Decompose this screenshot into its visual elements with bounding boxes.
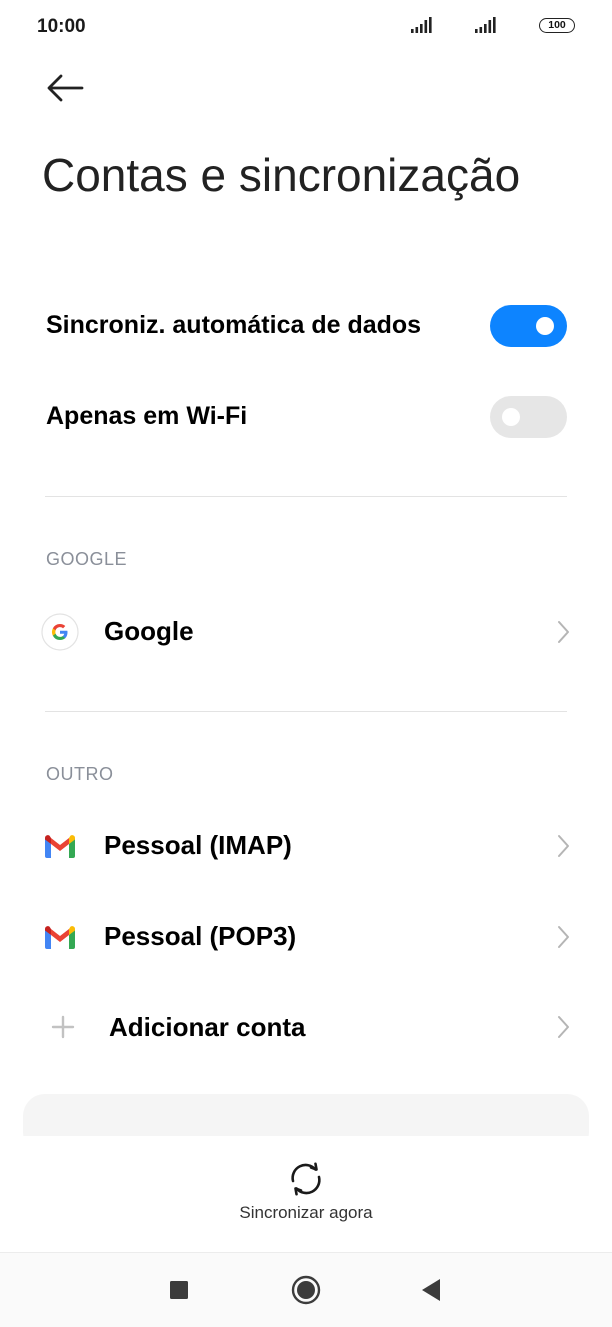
section-header-other: OUTRO	[46, 764, 114, 784]
plus-icon	[51, 1015, 75, 1039]
wifi-only-toggle[interactable]	[490, 396, 567, 438]
bottom-action-panel: Sincronizar agora	[0, 1136, 612, 1252]
signal-icon	[411, 17, 432, 33]
account-row-pop3[interactable]: Pessoal (POP3)	[0, 897, 612, 977]
gmail-icon	[45, 926, 75, 949]
status-bar: 10:00 100	[0, 0, 612, 54]
chevron-right-icon	[558, 835, 569, 857]
add-account-row[interactable]: Adicionar conta	[0, 987, 612, 1067]
toggle-knob	[536, 317, 554, 335]
account-label-pop3: Pessoal (POP3)	[104, 921, 297, 951]
account-label-google: Google	[104, 616, 194, 646]
home-icon[interactable]	[289, 1273, 323, 1307]
recents-icon[interactable]	[162, 1273, 196, 1307]
wifi-only-label: Apenas em Wi-Fi	[46, 402, 248, 430]
status-time: 10:00	[37, 16, 86, 37]
signal-icon	[475, 17, 496, 33]
account-label-imap: Pessoal (IMAP)	[104, 830, 292, 860]
toggle-knob	[502, 408, 520, 426]
chevron-right-icon	[558, 1016, 569, 1038]
account-row-google[interactable]: Google	[0, 592, 612, 672]
section-header-google: GOOGLE	[46, 549, 128, 569]
system-nav-bar	[0, 1252, 612, 1327]
account-row-imap[interactable]: Pessoal (IMAP)	[0, 806, 612, 886]
gmail-icon	[45, 835, 75, 858]
chevron-right-icon	[558, 621, 569, 643]
chevron-right-icon	[558, 926, 569, 948]
add-account-label: Adicionar conta	[109, 1012, 306, 1042]
sync-icon	[291, 1162, 321, 1196]
google-icon	[41, 613, 79, 651]
back-triangle-icon[interactable]	[414, 1273, 448, 1307]
page-title: Contas e sincronização	[42, 149, 521, 201]
divider	[45, 711, 567, 712]
battery-icon: 100	[539, 18, 575, 33]
auto-sync-toggle[interactable]	[490, 305, 567, 347]
divider	[45, 496, 567, 497]
sync-now-label: Sincronizar agora	[239, 1203, 373, 1222]
auto-sync-label: Sincroniz. automática de dados	[46, 311, 422, 339]
back-arrow-icon[interactable]	[44, 70, 86, 106]
